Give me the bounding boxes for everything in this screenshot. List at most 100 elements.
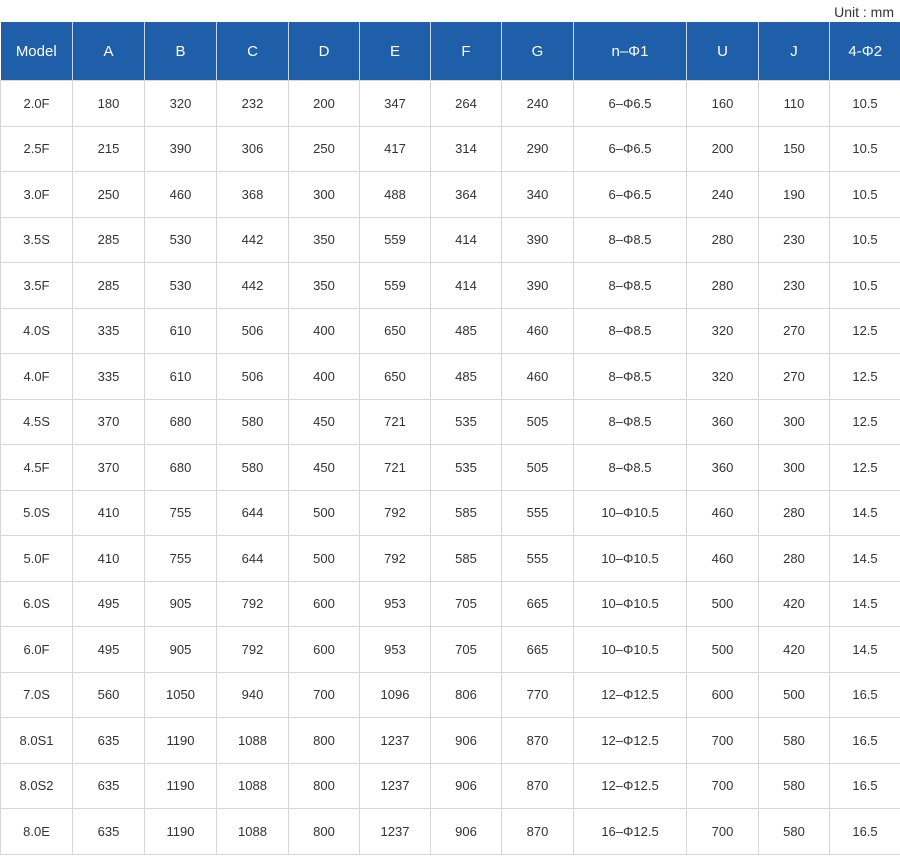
value-cell: 10–Φ10.5 bbox=[573, 535, 687, 582]
model-cell: 4.0S bbox=[0, 307, 73, 354]
value-cell: 335 bbox=[72, 307, 145, 354]
value-cell: 14.5 bbox=[829, 580, 900, 627]
value-cell: 450 bbox=[288, 398, 360, 445]
table-row: 8.0S1 635 1190 1088 800 1237 906 870 12–Φ12.5 700… bbox=[0, 717, 900, 764]
value-cell: 360 bbox=[686, 398, 759, 445]
value-cell: 12.5 bbox=[829, 398, 900, 445]
value-cell: 450 bbox=[288, 444, 360, 491]
value-cell: 1237 bbox=[359, 717, 431, 764]
value-cell: 12–Φ12.5 bbox=[573, 762, 687, 809]
model-cell: 8.0S1 bbox=[0, 717, 73, 764]
value-cell: 535 bbox=[430, 444, 502, 491]
value-cell: 240 bbox=[686, 171, 759, 218]
value-cell: 390 bbox=[144, 125, 217, 172]
value-cell: 460 bbox=[686, 489, 759, 536]
value-cell: 905 bbox=[144, 580, 217, 627]
value-cell: 940 bbox=[216, 671, 289, 718]
unit-label: Unit : mm bbox=[834, 4, 894, 20]
value-cell: 14.5 bbox=[829, 626, 900, 673]
value-cell: 417 bbox=[359, 125, 431, 172]
value-cell: 360 bbox=[686, 444, 759, 491]
value-cell: 160 bbox=[686, 80, 759, 127]
value-cell: 264 bbox=[430, 80, 502, 127]
value-cell: 580 bbox=[216, 444, 289, 491]
value-cell: 792 bbox=[216, 626, 289, 673]
value-cell: 420 bbox=[758, 626, 830, 673]
value-cell: 350 bbox=[288, 262, 360, 309]
column-header: B bbox=[144, 22, 217, 81]
value-cell: 364 bbox=[430, 171, 502, 218]
value-cell: 6–Φ6.5 bbox=[573, 125, 687, 172]
column-header: C bbox=[216, 22, 289, 81]
value-cell: 320 bbox=[144, 80, 217, 127]
value-cell: 485 bbox=[430, 307, 502, 354]
value-cell: 500 bbox=[758, 671, 830, 718]
value-cell: 1050 bbox=[144, 671, 217, 718]
value-cell: 535 bbox=[430, 398, 502, 445]
column-header: U bbox=[686, 22, 759, 81]
value-cell: 792 bbox=[359, 535, 431, 582]
value-cell: 755 bbox=[144, 535, 217, 582]
value-cell: 12.5 bbox=[829, 353, 900, 400]
value-cell: 610 bbox=[144, 353, 217, 400]
value-cell: 240 bbox=[501, 80, 574, 127]
model-cell: 5.0S bbox=[0, 489, 73, 536]
value-cell: 665 bbox=[501, 580, 574, 627]
value-cell: 10.5 bbox=[829, 216, 900, 263]
value-cell: 10.5 bbox=[829, 125, 900, 172]
table-row: 4.0F 335 610 506 400 650 485 460 8–Φ8.5 320 270 12.… bbox=[0, 353, 900, 400]
value-cell: 12–Φ12.5 bbox=[573, 671, 687, 718]
value-cell: 10–Φ10.5 bbox=[573, 489, 687, 536]
value-cell: 635 bbox=[72, 762, 145, 809]
value-cell: 460 bbox=[686, 535, 759, 582]
value-cell: 600 bbox=[686, 671, 759, 718]
value-cell: 580 bbox=[758, 762, 830, 809]
value-cell: 560 bbox=[72, 671, 145, 718]
value-cell: 10–Φ10.5 bbox=[573, 580, 687, 627]
value-cell: 530 bbox=[144, 262, 217, 309]
value-cell: 505 bbox=[501, 444, 574, 491]
value-cell: 16–Φ12.5 bbox=[573, 808, 687, 855]
value-cell: 280 bbox=[758, 535, 830, 582]
header-row: Model A B C D E F Gn–Φ1 U J 4-Φ2 bbox=[0, 22, 900, 81]
value-cell: 368 bbox=[216, 171, 289, 218]
value-cell: 700 bbox=[686, 717, 759, 764]
value-cell: 280 bbox=[758, 489, 830, 536]
value-cell: 644 bbox=[216, 535, 289, 582]
table-row: 8.0E 635 1190 1088 800 1237 906 870 16–Φ12.5 700 5… bbox=[0, 808, 900, 855]
value-cell: 12–Φ12.5 bbox=[573, 717, 687, 764]
model-cell: 8.0E bbox=[0, 808, 73, 855]
value-cell: 585 bbox=[430, 489, 502, 536]
table-row: 3.5F 285 530 442 350 559 414 390 8–Φ8.5 280 230 10.… bbox=[0, 262, 900, 309]
value-cell: 6–Φ6.5 bbox=[573, 171, 687, 218]
value-cell: 460 bbox=[501, 307, 574, 354]
value-cell: 500 bbox=[686, 626, 759, 673]
column-header: A bbox=[72, 22, 145, 81]
value-cell: 350 bbox=[288, 216, 360, 263]
value-cell: 1237 bbox=[359, 808, 431, 855]
table-row: 4.5S 370 680 580 450 721 535 505 8–Φ8.5 360 300 12.… bbox=[0, 398, 900, 445]
value-cell: 495 bbox=[72, 580, 145, 627]
value-cell: 600 bbox=[288, 626, 360, 673]
table-row: 5.0F 410 755 644 500 792 585 555 10–Φ10.5 460 280 1… bbox=[0, 535, 900, 582]
value-cell: 16.5 bbox=[829, 808, 900, 855]
value-cell: 10.5 bbox=[829, 171, 900, 218]
column-header: D bbox=[288, 22, 360, 81]
value-cell: 250 bbox=[72, 171, 145, 218]
value-cell: 320 bbox=[686, 353, 759, 400]
table-row: 4.0S 335 610 506 400 650 485 460 8–Φ8.5 320 270 12.… bbox=[0, 307, 900, 354]
value-cell: 16.5 bbox=[829, 671, 900, 718]
table-row: 3.5S 285 530 442 350 559 414 390 8–Φ8.5 280 230 10.… bbox=[0, 216, 900, 263]
value-cell: 400 bbox=[288, 307, 360, 354]
model-cell: 5.0F bbox=[0, 535, 73, 582]
table-row: 8.0S2 635 1190 1088 800 1237 906 870 12–Φ12.5 700… bbox=[0, 762, 900, 809]
value-cell: 14.5 bbox=[829, 489, 900, 536]
value-cell: 10.5 bbox=[829, 262, 900, 309]
value-cell: 16.5 bbox=[829, 717, 900, 764]
value-cell: 460 bbox=[501, 353, 574, 400]
value-cell: 400 bbox=[288, 353, 360, 400]
table-row: 5.0S 410 755 644 500 792 585 555 10–Φ10.5 460 280 1… bbox=[0, 489, 900, 536]
table-row: 4.5F 370 680 580 450 721 535 505 8–Φ8.5 360 300 12.… bbox=[0, 444, 900, 491]
column-header: Model bbox=[0, 22, 73, 81]
value-cell: 232 bbox=[216, 80, 289, 127]
